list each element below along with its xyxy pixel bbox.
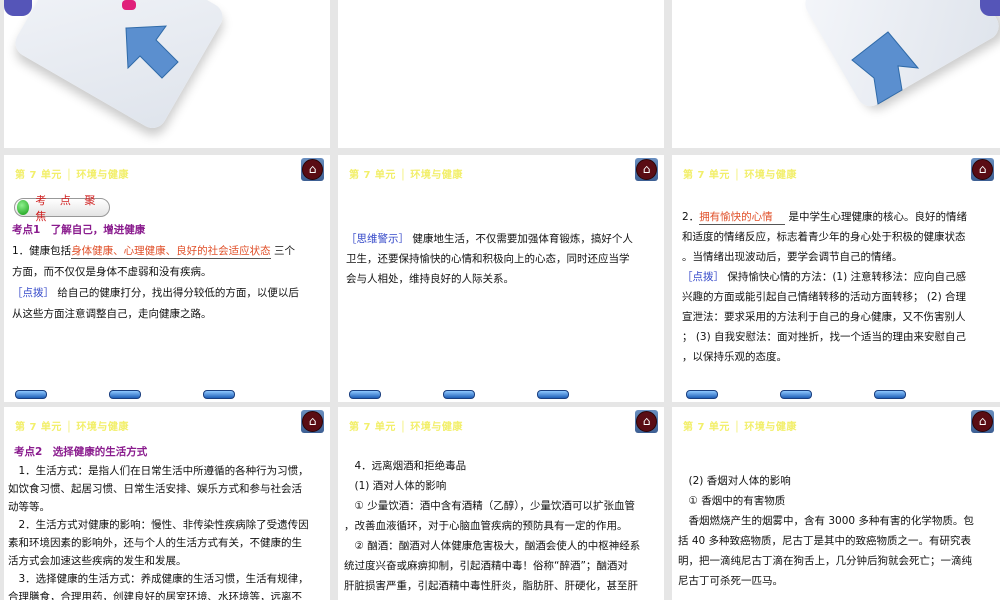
nav-menu-button[interactable] xyxy=(109,390,141,399)
text: 2． xyxy=(682,211,700,223)
up-arrow-icon xyxy=(851,31,920,105)
decorative-shape xyxy=(122,0,136,10)
text-line: ② 酗酒：酗酒对人体健康危害极大，酗酒会使人的中枢神经系 xyxy=(344,540,641,552)
text-line: 和适度的情绪反应，标志着青少年的身心处于积极的健康状态 xyxy=(682,231,966,243)
text-line: 香烟燃烧产生的烟雾中，含有 3000 多种有害的化学物质。包 xyxy=(678,515,974,527)
nav-prev-button[interactable] xyxy=(15,390,47,399)
home-icon: ⌂ xyxy=(636,411,657,432)
answer-blank: 拥有愉快的心情 xyxy=(699,210,786,225)
text: 是中学生心理健康的核心。良好的情绪 xyxy=(785,211,968,223)
nav-prev-button[interactable] xyxy=(686,390,718,399)
section-heading: 考点2 选择健康的生活方式 xyxy=(14,446,148,458)
decorative-shape xyxy=(980,0,1000,16)
slide-thumbnail-6[interactable]: 第 7 单元 │ 环境与健康 ⌂ (2) 香烟对人体的影响 ① 香烟中的有害物质… xyxy=(672,407,1000,600)
text-line: ，以保持乐观的态度。 xyxy=(682,351,787,363)
text-line: ① 少量饮酒：酒中含有酒精（乙醇），少量饮酒可以扩张血管 xyxy=(344,500,635,512)
text-line: 如饮食习惯、起居习惯、日常生活安排、娱乐方式和参与社会活 xyxy=(8,483,302,495)
home-icon: ⌂ xyxy=(302,159,323,180)
text-line: 素和环境因素的影响外，还与个人的生活方式有关，不健康的生 xyxy=(8,537,302,549)
slide-thumbnail-2[interactable]: 第 7 单元 │ 环境与健康 ⌂ ［思维警示］ 健康地生活，不仅需要加强体育锻炼… xyxy=(338,155,664,402)
nav-menu-button[interactable] xyxy=(780,390,812,399)
text-line: 2．生活方式对健康的影响：慢性、非传染性疾病除了受遗传因 xyxy=(8,519,309,531)
text-line: 活方式会加速这些疾病的发生和发展。 xyxy=(8,555,187,567)
home-button[interactable]: ⌂ xyxy=(301,158,324,181)
slide-header: 第 7 单元 │ 环境与健康 xyxy=(15,170,129,181)
tip-label: ［点拨］ xyxy=(682,271,724,283)
text-line: (2) 香烟对人体的影响 xyxy=(678,475,791,487)
expand-arrow-icon xyxy=(125,25,179,79)
tip-label: ［思维警示］ xyxy=(346,233,409,245)
slide-header: 第 7 单元 │ 环境与健康 xyxy=(15,422,129,433)
home-button[interactable]: ⌂ xyxy=(635,158,658,181)
text-line: 会与人相处，维持良好的人际关系。 xyxy=(346,273,514,285)
nav-next-button[interactable] xyxy=(537,390,569,399)
text-line: 兴趣的方面或能引起自己情绪转移的活动方面转移； (2) 合理 xyxy=(682,291,967,303)
text: 保持愉快心情的方法：(1) 注意转移法：应向自己感 xyxy=(724,271,967,283)
tip-label: ［点拨］ xyxy=(12,287,54,299)
text-line: 3．选择健康的生活方式：养成健康的生活习惯，生活有规律， xyxy=(8,573,309,585)
slide-thumbnail-5[interactable]: 第 7 单元 │ 环境与健康 ⌂ 4．远离烟酒和拒绝毒品 (1) 酒对人体的影响… xyxy=(338,407,664,600)
slide-thumbnail-top-middle[interactable] xyxy=(338,0,664,148)
text-line: 括 40 多种致癌物质，尼古丁是其中的致癌物质之一。有研究表 xyxy=(678,535,972,547)
text-line: 4．远离烟酒和拒绝毒品 xyxy=(344,460,467,472)
slide-header: 第 7 单元 │ 环境与健康 xyxy=(683,422,797,433)
slide-thumbnail-3[interactable]: 第 7 单元 │ 环境与健康 ⌂ 2．拥有愉快的心情 是中学生心理健康的核心。良… xyxy=(672,155,1000,402)
slide-thumbnail-top-left[interactable] xyxy=(4,0,330,148)
text-line: ① 香烟中的有害物质 xyxy=(678,495,786,507)
text-line: 1．生活方式：是指人们在日常生活中所遵循的各种行为习惯， xyxy=(8,465,309,477)
slide-header: 第 7 单元 │ 环境与健康 xyxy=(349,422,463,433)
section-heading: 考点1 了解自己，增进健康 xyxy=(12,224,146,236)
home-button[interactable]: ⌂ xyxy=(301,410,324,433)
home-icon: ⌂ xyxy=(302,411,323,432)
slide-thumbnail-top-right[interactable] xyxy=(672,0,1000,148)
decorative-shape xyxy=(4,0,32,16)
text-line: 。当情绪出现波动后，要学会调节自己的情绪。 xyxy=(682,251,903,263)
decorative-card xyxy=(10,0,228,134)
slide-thumbnail-1[interactable]: 第 7 单元 │ 环境与健康 ⌂ 考 点 聚 焦 考点1 了解自己，增进健康 1… xyxy=(4,155,330,402)
nav-next-button[interactable] xyxy=(874,390,906,399)
nav-next-button[interactable] xyxy=(203,390,235,399)
section-badge: 考 点 聚 焦 xyxy=(14,194,110,223)
text-line: ，改善血液循环，对于心脑血管疾病的预防具有一定的作用。 xyxy=(344,520,628,532)
badge-label: 考 点 聚 焦 xyxy=(35,193,101,223)
text-line: 动等等。 xyxy=(8,501,50,513)
home-icon: ⌂ xyxy=(636,159,657,180)
answer-blank: 身体健康、心理健康、良好的社会适应状态 xyxy=(71,245,271,259)
text-line: 统过度兴奋或麻痹抑制，引起酒精中毒！俗称“醉酒”；酗酒对 xyxy=(344,560,628,572)
text: 三个 xyxy=(270,245,296,257)
home-icon: ⌂ xyxy=(972,159,993,180)
text-line: (1) 酒对人体的影响 xyxy=(344,480,447,492)
home-button[interactable]: ⌂ xyxy=(971,158,994,181)
home-icon: ⌂ xyxy=(972,411,993,432)
text-line: 从这些方面注意调整自己，走向健康之路。 xyxy=(12,308,212,320)
home-button[interactable]: ⌂ xyxy=(971,410,994,433)
slide-header: 第 7 单元 │ 环境与健康 xyxy=(683,170,797,181)
text: 给自己的健康打分，找出得分较低的方面，以便以后 xyxy=(54,287,299,299)
text-line: 方面，而不仅仅是身体不虚弱和没有疾病。 xyxy=(12,266,212,278)
text-line: 宣泄法：要求采用的方法利于自己的身心健康，又不伤害别人 xyxy=(682,311,966,323)
text-line: 尼古丁可杀死一匹马。 xyxy=(678,575,783,587)
text: 1．健康包括 xyxy=(12,245,72,257)
text: 健康地生活，不仅需要加强体育锻炼，搞好个人 xyxy=(409,233,633,245)
nav-prev-button[interactable] xyxy=(349,390,381,399)
nav-menu-button[interactable] xyxy=(443,390,475,399)
slide-header: 第 7 单元 │ 环境与健康 xyxy=(349,170,463,181)
text-line: 肝脏损害严重，引起酒精中毒性肝炎，脂肪肝、肝硬化，甚至肝 xyxy=(344,580,638,592)
text-line: 卫生，还要保持愉快的心情和积极向上的心态，同时还应当学 xyxy=(346,253,630,265)
home-button[interactable]: ⌂ xyxy=(635,410,658,433)
text-line: 合理膳食，合理用药，创建良好的居室环境、水环境等，远离不 xyxy=(8,591,302,600)
text-line: ； (3) 自我安慰法：面对挫折，找一个适当的理由来安慰自己 xyxy=(682,331,967,343)
slide-thumbnail-4[interactable]: 第 7 单元 │ 环境与健康 ⌂ 考点2 选择健康的生活方式 1．生活方式：是指… xyxy=(4,407,330,600)
green-dot-icon xyxy=(17,200,30,215)
text-line: 明，把一滴纯尼古丁滴在狗舌上，几分钟后狗就会死亡；一滴纯 xyxy=(678,555,972,567)
